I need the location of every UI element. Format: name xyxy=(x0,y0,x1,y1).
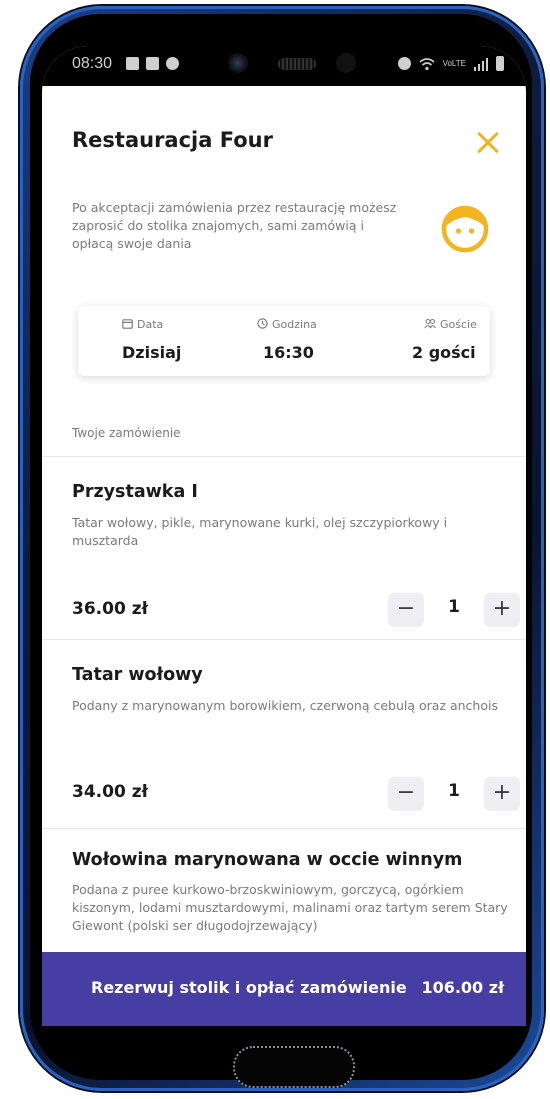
time-label-row: Godzina xyxy=(257,318,317,331)
time-value: 16:30 xyxy=(263,343,314,362)
invite-info-text: Po akceptacji zamówienia przez restaurac… xyxy=(72,200,397,251)
guests-value: 2 gości xyxy=(412,343,476,362)
reserve-and-pay-button[interactable]: Rezerwuj stolik i opłać zamówienie 106.0… xyxy=(42,952,526,1026)
increase-quantity-button[interactable]: + xyxy=(484,593,520,627)
signal-icon xyxy=(474,57,488,71)
dish-description: Tatar wołowy, pikle, marynowane kurki, o… xyxy=(72,515,448,548)
clock-icon xyxy=(257,318,268,329)
decrease-quantity-button[interactable]: − xyxy=(388,777,424,811)
camera-notch xyxy=(188,46,376,86)
front-camera xyxy=(228,53,248,73)
quantity-stepper: − 1 + xyxy=(388,777,520,811)
decrease-quantity-button[interactable]: − xyxy=(388,593,424,627)
home-button[interactable] xyxy=(233,1046,355,1088)
guests-label: Goście xyxy=(440,318,477,331)
dish-name: Wołowina marynowana w occie winnym xyxy=(72,850,463,870)
alarm-icon xyxy=(397,57,411,70)
smiley-face-icon xyxy=(441,205,489,253)
order-item: Tatar wołowy Podany z marynowanym borowi… xyxy=(42,639,526,811)
page-title: Restauracja Four xyxy=(72,128,273,152)
order-item: Wołowina marynowana w occie winnym Podan… xyxy=(42,828,526,958)
increase-quantity-button[interactable]: + xyxy=(484,777,520,811)
message-notification-icon xyxy=(166,57,179,70)
battery-icon xyxy=(496,56,504,71)
quantity-value: 1 xyxy=(448,781,460,801)
image-notification-icon xyxy=(126,57,139,70)
booking-date[interactable]: Data Dzisiaj xyxy=(78,306,215,376)
earpiece-speaker xyxy=(278,58,316,70)
alarm-notification-icon xyxy=(146,57,159,70)
date-label-row: Data xyxy=(122,318,163,331)
dish-name: Tatar wołowy xyxy=(72,665,203,685)
dish-price: 34.00 zł xyxy=(72,782,148,802)
booking-summary-card[interactable]: Data Dzisiaj Godzina 16:30 Goście 2 gośc… xyxy=(78,306,490,376)
time-label: Godzina xyxy=(272,318,317,331)
volte-label: VoLTE xyxy=(442,58,466,68)
guests-label-row: Goście xyxy=(424,318,477,331)
status-time: 08:30 xyxy=(72,55,113,72)
status-bar: 08:30 VoLTE xyxy=(42,46,526,86)
people-icon xyxy=(424,319,436,329)
order-section-label: Twoje zamówienie xyxy=(72,426,181,440)
calendar-icon xyxy=(122,319,133,329)
dish-price: 36.00 zł xyxy=(72,599,148,619)
app-screen: 08:30 VoLTE Restauracja Four Po akceptac… xyxy=(42,46,526,1026)
dish-description: Podana z puree kurkowo-brzoskwiniowym, g… xyxy=(72,882,508,933)
close-icon[interactable] xyxy=(476,130,500,154)
notification-icons xyxy=(126,57,179,70)
quantity-value: 1 xyxy=(448,597,460,617)
quantity-stepper: − 1 + xyxy=(388,593,520,627)
date-label: Data xyxy=(137,318,164,331)
order-item: Przystawka I Tatar wołowy, pikle, maryno… xyxy=(42,456,526,627)
booking-time[interactable]: Godzina 16:30 xyxy=(215,306,352,376)
date-value: Dzisiaj xyxy=(122,343,182,362)
sensor xyxy=(336,53,356,73)
system-status-icons: VoLTE xyxy=(397,56,504,71)
order-total: 106.00 zł xyxy=(421,978,504,997)
dish-description: Podany z marynowanym borowikiem, czerwon… xyxy=(72,698,498,713)
dish-name: Przystawka I xyxy=(72,482,198,502)
cta-label: Rezerwuj stolik i opłać zamówienie xyxy=(91,978,407,997)
wifi-icon xyxy=(419,57,435,70)
booking-guests[interactable]: Goście 2 gości xyxy=(352,306,489,376)
